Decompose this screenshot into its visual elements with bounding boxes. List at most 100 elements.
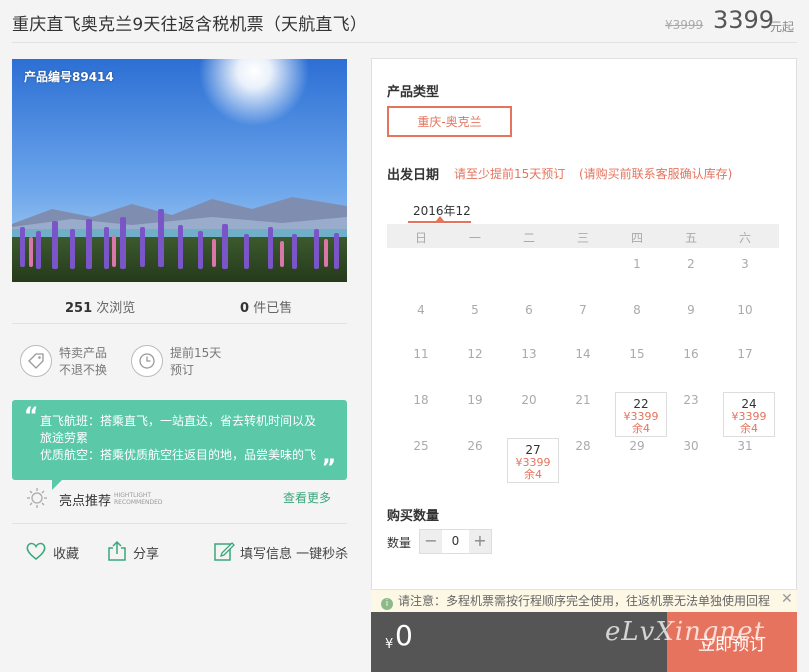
weekday-label: 日 [414, 231, 427, 245]
calendar-day: 7 [556, 289, 610, 335]
product-type-option[interactable]: 重庆-奥克兰 [387, 106, 512, 137]
day-number: 8 [633, 303, 641, 317]
day-number: 16 [683, 347, 699, 361]
sold-count-number: 0 [240, 301, 250, 316]
share-icon[interactable] [106, 540, 128, 566]
calendar-day: 30 [664, 425, 718, 471]
day-number: 26 [467, 439, 483, 453]
calendar-day: 20 [502, 379, 556, 425]
sun-icon [26, 487, 48, 513]
calendar-day: 11 [394, 333, 448, 379]
feature-line: 预订 [170, 363, 195, 377]
calendar-day: 1 [610, 243, 664, 289]
calendar-day: 28 [556, 425, 610, 471]
month-tab-underline [408, 221, 471, 223]
feature-line: 提前15天 [170, 346, 222, 360]
product-code: 产品编号89414 [24, 70, 114, 84]
day-number: 28 [575, 439, 591, 453]
day-stock: 余4 [524, 468, 542, 481]
calendar-day: 4 [394, 289, 448, 335]
calendar-day: 31 [718, 425, 772, 471]
calendar-day: 19 [448, 379, 502, 425]
advance-booking-note: 请至少提前15天预订 [454, 167, 566, 181]
day-number: 30 [683, 439, 699, 453]
feature-line: 不退不换 [59, 363, 108, 377]
close-icon[interactable]: ✕ [781, 591, 793, 607]
favorite-button[interactable]: 收藏 [53, 543, 79, 562]
day-number: 9 [687, 303, 695, 317]
calendar-day: 8 [610, 289, 664, 335]
highlight-subtitle-line: HIGHTLIGHT [114, 492, 152, 499]
page-title: 重庆直飞奥克兰9天往返含税机票（天航直飞） [12, 15, 368, 35]
feature-line: 特卖产品 [59, 346, 108, 360]
original-price: ¥3999 [665, 18, 704, 32]
day-number: 6 [525, 303, 533, 317]
day-number: 7 [579, 303, 587, 317]
calendar-day: 15 [610, 333, 664, 379]
product-photo[interactable] [12, 59, 347, 282]
calendar-day: 12 [448, 333, 502, 379]
day-number: 4 [417, 303, 425, 317]
calendar-day-available[interactable]: 27 ¥3399 余4 [507, 438, 559, 483]
calendar-day: 9 [664, 289, 718, 335]
calendar-day: 14 [556, 333, 610, 379]
calendar-day: 23 [664, 379, 718, 425]
price-tag-icon [20, 345, 52, 377]
day-number: 18 [413, 393, 429, 407]
quantity-input[interactable]: 0 [442, 530, 469, 553]
highlight-line: 优质航空：搭乘优质航空往返目的地，品尝美味的飞 [40, 448, 317, 462]
highlight-subtitle-line: RECOMMENDED [114, 499, 163, 506]
calendar-day: 10 [718, 289, 772, 335]
day-number: 25 [413, 439, 429, 453]
day-number: 17 [737, 347, 753, 361]
edit-icon[interactable] [213, 540, 235, 566]
view-count-number: 251 [65, 301, 93, 316]
calendar-day: 21 [556, 379, 610, 425]
highlight-title: 亮点推荐 [59, 494, 112, 509]
fill-info-button[interactable]: 填写信息 一键秒杀 [240, 543, 348, 562]
calendar-day: 29 [610, 425, 664, 471]
see-more-link[interactable]: 查看更多 [283, 489, 331, 506]
total-amount: 0 [395, 619, 413, 652]
info-icon: i [381, 598, 393, 610]
weekday-label: 三 [576, 231, 589, 245]
calendar-day: 6 [502, 289, 556, 335]
notice-bar: i 请注意：多程机票需按行程顺序完全使用，往返机票无法单独使用回程 [371, 589, 797, 612]
highlight-box-tail [52, 480, 62, 490]
calendar-day: 5 [448, 289, 502, 335]
highlight-divider [12, 523, 347, 524]
calendar-day: 2 [664, 243, 718, 289]
open-quote-icon: “ [24, 404, 39, 429]
day-number: 27 [525, 443, 541, 457]
total-currency: ¥ [385, 637, 394, 652]
quantity-decrease-button[interactable]: − [420, 530, 442, 553]
view-count-label: 次浏览 [96, 301, 136, 316]
weekday-label: 一 [468, 231, 481, 245]
watermark: eLvXingnet [605, 617, 766, 647]
feature-special-sale: 特卖产品 不退不换 [59, 345, 107, 379]
sold-count-label: 件已售 [253, 301, 293, 316]
heart-icon[interactable] [25, 540, 47, 566]
calendar-day: 13 [502, 333, 556, 379]
day-number: 13 [521, 347, 537, 361]
quantity-heading: 购买数量 [387, 509, 440, 524]
feature-advance-booking: 提前15天 预订 [170, 345, 221, 379]
day-number: 19 [467, 393, 483, 407]
header-divider [12, 42, 797, 43]
price-unit: 元起 [770, 20, 795, 34]
share-button[interactable]: 分享 [133, 543, 159, 562]
quantity-label: 数量 [387, 536, 412, 550]
quantity-increase-button[interactable]: + [469, 530, 491, 553]
day-number: 1 [633, 257, 641, 271]
day-number: 22 [633, 397, 649, 411]
clock-icon [131, 345, 163, 377]
highlight-box: “ 直飞航班：搭乘直飞，一站直达，省去转机时间以及 旅途劳累 优质航空：搭乘优质… [12, 400, 347, 480]
stock-note: (请购买前联系客服确认库存) [579, 167, 733, 181]
day-number: 24 [741, 397, 757, 411]
weekday-label: 二 [522, 231, 535, 245]
day-number: 3 [741, 257, 749, 271]
day-number: 31 [737, 439, 753, 453]
calendar-day: 25 [394, 425, 448, 471]
day-number: 20 [521, 393, 537, 407]
day-number: 5 [471, 303, 479, 317]
